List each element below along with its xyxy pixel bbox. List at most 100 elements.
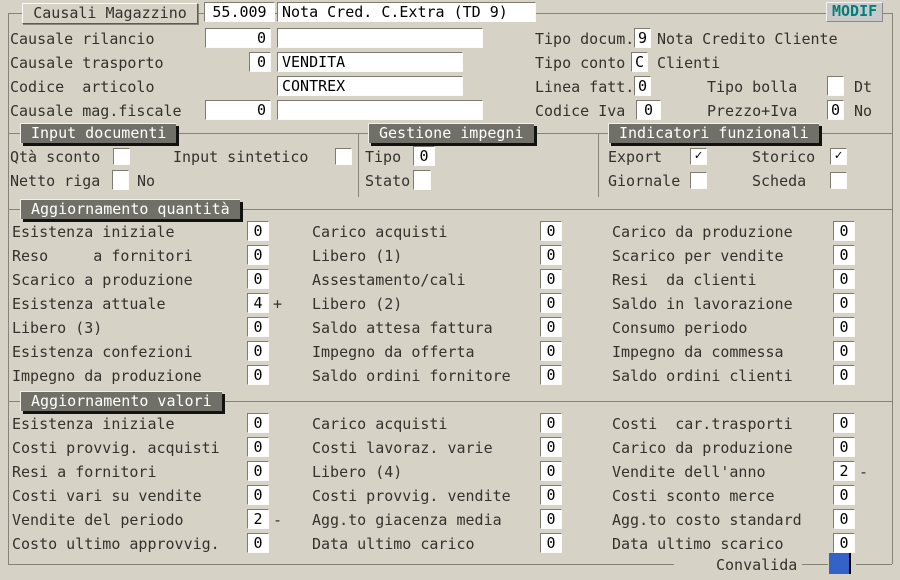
field-cell: Reso a fornitori0 (10, 244, 303, 268)
field-cell: Costo ultimo approvvig.0 (10, 532, 303, 556)
field-input[interactable]: 0 (540, 293, 562, 313)
convalida-focus-field[interactable] (829, 553, 851, 574)
field-input[interactable]: 0 (833, 509, 855, 529)
field-input[interactable]: 2 (833, 461, 855, 481)
field-cell: Saldo ordini clienti0 (601, 364, 892, 388)
field-input[interactable]: 0 (540, 317, 562, 337)
field-label: Impegno da commessa (612, 340, 784, 364)
field-input[interactable]: 0 (247, 485, 269, 505)
field-label: Saldo ordini fornitore (312, 364, 511, 388)
field-input[interactable]: 0 (540, 221, 562, 241)
tipo-conto-desc: Clienti (657, 51, 720, 75)
export-checkbox[interactable]: ✓ (690, 148, 707, 165)
field-label: Vendite del periodo (12, 508, 184, 532)
causale-code-input[interactable]: 55.009 (204, 2, 275, 22)
field-label: Esistenza confezioni (12, 340, 193, 364)
tipo-conto-row: Tipo conto C Clienti (0, 51, 900, 75)
causale-description-input[interactable]: Nota Cred. C.Extra (TD 9) (277, 2, 536, 22)
convalida-label: Convalida (716, 553, 797, 577)
field-cell: Scarico a produzione0 (10, 268, 303, 292)
field-input[interactable]: 0 (540, 341, 562, 361)
qta-sconto-checkbox[interactable] (113, 148, 130, 165)
giornale-label: Giornale (608, 169, 680, 193)
field-input[interactable]: 0 (833, 221, 855, 241)
field-cell: Impegno da produzione0 (10, 364, 303, 388)
field-input[interactable]: 0 (247, 461, 269, 481)
field-input[interactable]: 0 (833, 317, 855, 337)
tipo-bolla-input[interactable] (827, 76, 844, 96)
prezzo-iva-input[interactable]: 0 (827, 100, 844, 120)
tipo-conto-input[interactable]: C (631, 52, 648, 72)
field-input[interactable]: 0 (247, 413, 269, 433)
field-label: Data ultimo carico (312, 532, 475, 556)
field-cell: Esistenza iniziale 0 (10, 412, 303, 436)
tipo-docum-label: Tipo docum. (535, 27, 634, 51)
footer-line-right (856, 564, 892, 565)
field-label: Costi provvig. acquisti (12, 436, 220, 460)
linea-fatt-row: Linea fatt. 0 Tipo bolla Dt (0, 75, 900, 99)
field-input[interactable]: 0 (247, 341, 269, 361)
field-input[interactable]: 0 (540, 245, 562, 265)
field-input[interactable]: 0 (833, 413, 855, 433)
tipo-bolla-label: Tipo bolla (707, 75, 797, 99)
linea-fatt-input[interactable]: 0 (634, 76, 651, 96)
field-label: Consumo periodo (612, 316, 747, 340)
field-cell: Costi provvig. vendite 0 (303, 484, 601, 508)
field-input[interactable]: 0 (540, 365, 562, 385)
field-cell: Data ultimo carico 0 (303, 532, 601, 556)
field-cell: Carico da produzione0 (601, 436, 892, 460)
netto-riga-input[interactable] (112, 170, 129, 190)
field-label: Saldo in lavorazione (612, 292, 793, 316)
window-title-button[interactable]: Causali Magazzino (22, 3, 198, 24)
giornale-checkbox[interactable] (690, 172, 707, 189)
input-documenti-row-1: Qtà sconto Input sintetico Tipo 0 Export… (0, 145, 900, 169)
storico-checkbox[interactable]: ✓ (830, 148, 847, 165)
field-cell: Vendite del periodo2- (10, 508, 303, 532)
tipo-docum-input[interactable]: 9 (634, 28, 651, 48)
input-documenti-row-2: Netto riga No Stato Giornale Scheda (0, 169, 900, 193)
input-sintetico-checkbox[interactable] (335, 148, 352, 165)
field-input[interactable]: 0 (540, 485, 562, 505)
impegni-tipo-input[interactable]: 0 (413, 146, 435, 166)
field-cell: Esistenza confezioni 0 (10, 340, 303, 364)
field-cell: Libero (3)0 (10, 316, 303, 340)
field-input[interactable]: 2 (247, 509, 269, 529)
field-input[interactable]: 0 (247, 269, 269, 289)
field-input[interactable]: 0 (247, 245, 269, 265)
codice-iva-label: Codice Iva (535, 99, 625, 123)
scheda-checkbox[interactable] (830, 172, 847, 189)
field-input[interactable]: 0 (540, 533, 562, 553)
field-input[interactable]: 0 (833, 485, 855, 505)
field-cell: Impegno da offerta0 (303, 340, 601, 364)
field-input[interactable]: 0 (540, 437, 562, 457)
field-input[interactable]: 0 (247, 437, 269, 457)
field-label: Esistenza iniziale (12, 412, 175, 436)
impegni-stato-input[interactable] (413, 170, 431, 190)
field-input[interactable]: 0 (247, 365, 269, 385)
field-input[interactable]: 0 (833, 437, 855, 457)
field-input[interactable]: 0 (540, 269, 562, 289)
field-input[interactable]: 0 (247, 221, 269, 241)
field-input[interactable]: 0 (833, 245, 855, 265)
field-input[interactable]: 0 (540, 509, 562, 529)
field-input[interactable]: 0 (247, 533, 269, 553)
field-input[interactable]: 0 (833, 293, 855, 313)
codice-iva-input[interactable]: 0 (636, 100, 661, 120)
field-input[interactable]: 0 (540, 461, 562, 481)
field-suffix: - (859, 460, 868, 484)
tipo-bolla-desc: Dt (854, 75, 872, 99)
field-input[interactable]: 0 (540, 413, 562, 433)
field-input[interactable]: 4 (247, 293, 269, 313)
field-label: Costi provvig. vendite (312, 484, 511, 508)
footer-line-mid (802, 564, 828, 565)
field-input[interactable]: 0 (833, 269, 855, 289)
field-label: Libero (2) (312, 292, 402, 316)
codice-iva-row: Codice Iva 0 Prezzo+Iva 0 No (0, 99, 900, 123)
field-cell: Esistenza attuale4+ (10, 292, 303, 316)
field-input[interactable]: 0 (833, 341, 855, 361)
field-input[interactable]: 0 (247, 317, 269, 337)
field-input[interactable]: 0 (833, 365, 855, 385)
field-label: Costi lavoraz. varie (312, 436, 493, 460)
field-input[interactable]: 0 (833, 533, 855, 553)
field-cell: Agg.to giacenza media0 (303, 508, 601, 532)
